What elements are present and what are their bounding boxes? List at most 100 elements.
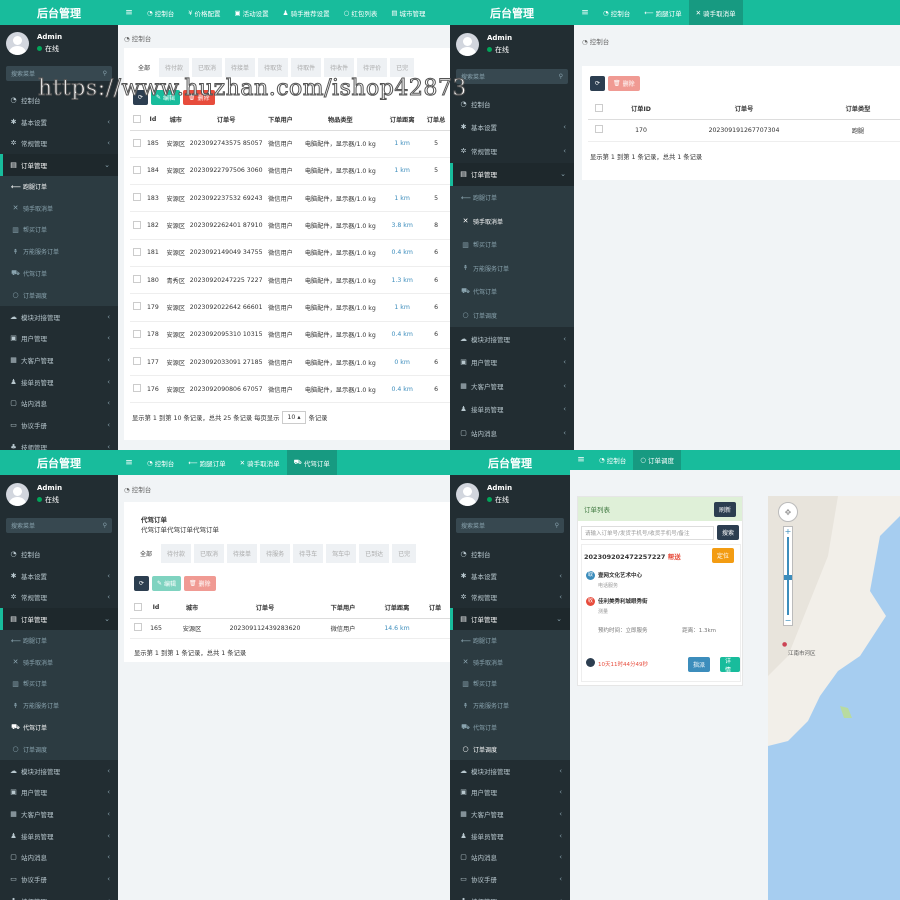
sidebar-item-taker[interactable]: ♟ 接单员管理 ‹ xyxy=(450,398,574,422)
sidebar-item-universal[interactable]: ↟ 万能服务订单 xyxy=(0,240,118,263)
sidebar-item-regular[interactable]: ✲ 常规管理 ‹ xyxy=(450,586,570,608)
sidebar-item-taker[interactable]: ♟ 接单员管理 ‹ xyxy=(0,371,118,393)
sidebar-item-dashboard[interactable]: ◔ 控制台 xyxy=(450,92,574,116)
refresh-button[interactable]: ⟳ xyxy=(134,576,150,591)
page-size-select[interactable]: 10 ▴ xyxy=(282,411,306,424)
tab-redpacket[interactable]: ○ 红包列表 xyxy=(337,0,385,25)
sidebar-item-users[interactable]: ▣ 用户管理 ‹ xyxy=(450,782,570,804)
row-checkbox[interactable] xyxy=(132,165,141,174)
sidebar-item-dispatch[interactable]: ○ 订单调度 xyxy=(450,738,570,760)
locate-button[interactable]: 定位 xyxy=(711,548,734,563)
table-row[interactable]: 180 青秀区 20230920247225 7227 微信用户 电脑配件，显示器/1.… xyxy=(130,266,450,295)
sidebar-item-buy[interactable]: ▥ 帮买订单 xyxy=(450,673,570,695)
sidebar-item-buy[interactable]: ▥ 帮买订单 xyxy=(0,673,118,695)
select-all-checkbox[interactable] xyxy=(595,103,603,112)
sidebar-item-regular[interactable]: ✲ 常规管理 ‹ xyxy=(450,139,574,163)
filter-tab[interactable]: 待接单 xyxy=(227,544,258,563)
table-row[interactable]: 183 安源区 2023092237532 69243 微信用户 电脑配件，显示器/1.… xyxy=(130,184,450,213)
filter-tab[interactable]: 驾车中 xyxy=(326,544,357,563)
sidebar-item-buy[interactable]: ▥ 帮买订单 xyxy=(0,219,118,241)
filter-tab[interactable]: 已完 xyxy=(390,58,415,77)
col-header[interactable]: 下单用户 xyxy=(262,110,299,131)
menu-search-input[interactable]: 搜索菜单 ⚲ xyxy=(456,69,568,84)
sidebar-item-order[interactable]: ▤ 订单管理 ⌄ xyxy=(0,608,118,630)
sidebar-item-basic[interactable]: ✱ 基本设置 ‹ xyxy=(0,565,118,587)
row-checkbox[interactable] xyxy=(132,357,141,366)
sidebar-item-module[interactable]: ☁ 模块对接管理 ‹ xyxy=(450,760,570,782)
filter-tab[interactable]: 待付款 xyxy=(161,544,192,563)
sidebar-item-users[interactable]: ▣ 用户管理 ‹ xyxy=(0,328,118,350)
table-row[interactable]: 177 安源区 2023092033091 27185 微信用户 电脑配件，显示器/1.… xyxy=(130,348,450,377)
sidebar-item-module[interactable]: ☁ 模块对接管理 ‹ xyxy=(450,327,574,351)
table-row[interactable]: 178 安源区 2023092095310 10315 微信用户 电脑配件，显示器/1.… xyxy=(130,321,450,349)
col-header[interactable]: Id xyxy=(146,598,166,619)
sidebar-item-dashboard[interactable]: ◔ 控制台 xyxy=(0,543,118,565)
menu-toggle-icon[interactable]: ≡ xyxy=(570,450,592,470)
delete-button[interactable]: 🗑 删除 xyxy=(608,76,640,91)
tab-dispatch[interactable]: ○ 订单调度 xyxy=(633,450,681,470)
zoom-out-icon[interactable]: − xyxy=(784,616,792,625)
sidebar-item-basic[interactable]: ✱ 基本设置 ‹ xyxy=(450,565,570,587)
sidebar-item-tech[interactable]: ♣技师管理‹ xyxy=(0,436,118,450)
sidebar-item-driver[interactable]: ⛟ 代驾订单 xyxy=(450,280,574,304)
sidebar-item-rider-cancel[interactable]: ✕ 骑手取消单 xyxy=(450,209,574,233)
sidebar-item-inbox[interactable]: ▢ 站内消息 ‹ xyxy=(0,847,118,869)
row-checkbox[interactable] xyxy=(132,247,141,256)
sidebar-item-dispatch[interactable]: ○ 订单调度 xyxy=(450,303,574,327)
col-header[interactable]: 订单距离 xyxy=(382,110,423,131)
col-header[interactable]: 订单号 xyxy=(189,110,263,131)
row-checkbox[interactable] xyxy=(132,138,141,147)
row-checkbox[interactable] xyxy=(132,193,141,202)
tab-errand[interactable]: ⟵ 跑腿订单 xyxy=(181,450,232,475)
row-checkbox[interactable] xyxy=(132,220,141,229)
filter-tab[interactable]: 已到达 xyxy=(359,544,390,563)
tab-rider-cancel[interactable]: ✕ 骑手取消单 xyxy=(233,450,287,475)
sidebar-item-driver[interactable]: ⛟ 代驾订单 xyxy=(0,262,118,285)
row-checkbox[interactable] xyxy=(132,302,141,311)
filter-tab[interactable]: 已取消 xyxy=(192,58,223,77)
sidebar-item-users[interactable]: ▣ 用户管理 ‹ xyxy=(450,351,574,375)
map-pan-control[interactable]: ✥ xyxy=(778,502,798,522)
table-row[interactable]: 185 安源区 2023092743575 85057 微信用户 电脑配件，显示器/1.… xyxy=(130,130,450,158)
sidebar-item-agreement[interactable]: ▭ 协议手册 ‹ xyxy=(0,414,118,436)
row-checkbox[interactable] xyxy=(595,125,603,133)
sidebar-item-taker[interactable]: ♟ 接单员管理 ‹ xyxy=(450,825,570,847)
sidebar-item-dashboard[interactable]: ◔ 控制台 xyxy=(450,543,570,565)
filter-tab[interactable]: 全部 xyxy=(134,544,159,563)
tab-dashboard[interactable]: ◔ 控制台 xyxy=(592,450,633,470)
filter-tab[interactable]: 已完 xyxy=(392,544,417,563)
search-button[interactable]: 搜索 xyxy=(716,525,739,540)
menu-search-input[interactable]: 搜索菜单 ⚲ xyxy=(456,518,564,533)
map-pin-icon[interactable]: ● xyxy=(782,641,787,648)
col-header[interactable]: 城市 xyxy=(166,598,218,619)
sidebar-item-rider-cancel[interactable]: ✕ 骑手取消单 xyxy=(450,651,570,674)
row-checkbox[interactable] xyxy=(134,623,142,631)
detail-button[interactable]: 详情 xyxy=(720,657,740,674)
col-header[interactable]: 订单距离 xyxy=(374,598,420,619)
filter-tab[interactable]: 待服务 xyxy=(260,544,291,563)
filter-tab[interactable]: 待取货 xyxy=(258,58,289,77)
select-all-checkbox[interactable] xyxy=(132,114,141,123)
menu-search-input[interactable]: 搜索菜单 ⚲ xyxy=(6,518,112,533)
filter-tab[interactable]: 待付款 xyxy=(159,58,190,77)
zoom-in-icon[interactable]: + xyxy=(784,527,792,536)
sidebar-item-regular[interactable]: ✲ 常规管理 ‹ xyxy=(0,132,118,154)
sidebar-item-dispatch[interactable]: ○ 订单调度 xyxy=(0,284,118,306)
sidebar-item-errand[interactable]: ⟵ 跑腿订单 xyxy=(450,629,570,652)
refresh-button[interactable]: ⟳ xyxy=(590,76,606,91)
sidebar-item-inbox[interactable]: ▢ 站内消息 ‹ xyxy=(0,393,118,415)
tab-rider-cancel[interactable]: ✕ 骑手取消单 xyxy=(688,0,743,25)
sidebar-item-agreement[interactable]: ▭ 协议手册 ‹ xyxy=(450,868,570,890)
sidebar-item-tech[interactable]: ♣技师管理‹ xyxy=(0,890,118,900)
col-header[interactable]: 物品类型 xyxy=(298,110,383,131)
row-checkbox[interactable] xyxy=(132,384,141,393)
sidebar-item-order[interactable]: ▤ 订单管理 ⌄ xyxy=(450,608,570,630)
col-header[interactable]: 订单号 xyxy=(218,598,312,619)
sidebar-item-inbox[interactable]: ▢ 站内消息 ‹ xyxy=(450,421,574,445)
table-row[interactable]: 184 安源区 20230922797506 3060 微信用户 电脑配件，显示器/1.… xyxy=(130,157,450,186)
sidebar-item-order[interactable]: ▤ 订单管理 ⌄ xyxy=(450,162,574,186)
filter-tab[interactable]: 待寻车 xyxy=(293,544,324,563)
table-row[interactable]: 182 安源区 2023092262401 87910 微信用户 电脑配件，显示器/1.… xyxy=(130,211,450,240)
sidebar-item-module[interactable]: ☁ 模块对接管理 ‹ xyxy=(0,306,118,328)
sidebar-item-order[interactable]: ▤ 订单管理 ⌄ xyxy=(0,154,118,176)
